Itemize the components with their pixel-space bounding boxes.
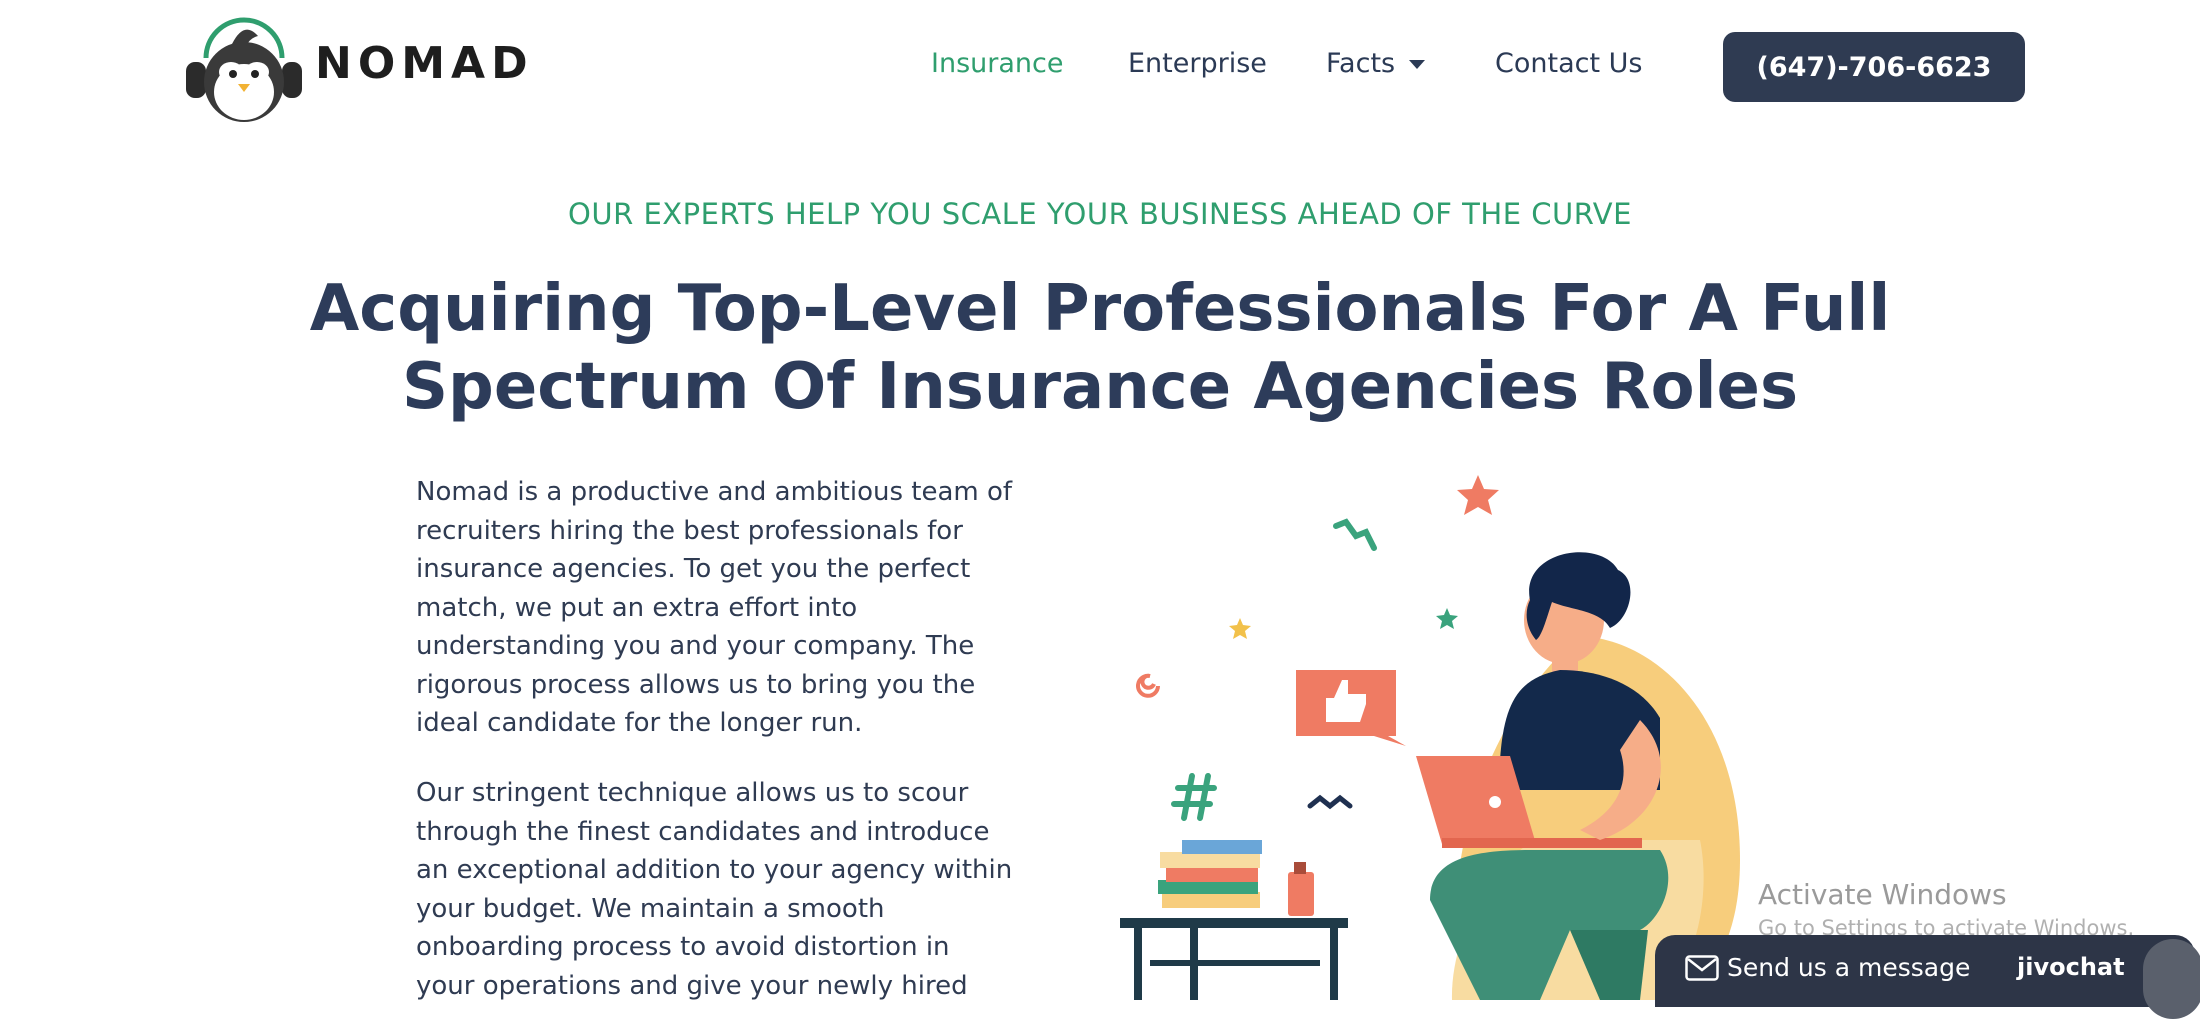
hero-eyebrow: OUR EXPERTS HELP YOU SCALE YOUR BUSINESS…: [568, 197, 1632, 231]
chevron-down-icon: [1409, 60, 1426, 69]
nav-insurance[interactable]: Insurance: [931, 48, 1063, 79]
teal-star-icon: [1436, 608, 1458, 629]
star-icon: [1457, 475, 1499, 515]
intro-paragraph: Nomad is a productive and ambitious team…: [416, 477, 1013, 738]
wave-icon: [1307, 794, 1353, 810]
chat-label: Send us a message: [1727, 953, 1971, 982]
chat-avatar: [2143, 939, 2200, 1019]
phone-button[interactable]: (647)-706-6623: [1723, 32, 2025, 102]
headline-line-2: Spectrum Of Insurance Agencies Roles: [401, 350, 1799, 424]
activate-windows-title: Activate Windows: [1758, 878, 2007, 911]
zigzag-icon: [1333, 518, 1377, 551]
chat-widget-button[interactable]: Send us a message jivochat: [1655, 935, 2200, 1019]
recruiter-illustration: [1120, 475, 1740, 1000]
nav-contact-us[interactable]: Contact Us: [1495, 48, 1642, 79]
penguin-logo-icon[interactable]: [184, 14, 304, 122]
technique-paragraph: Our stringent technique allows us to sco…: [416, 778, 1013, 1001]
hero-headline: Acquiring Top-Level Professionals For A …: [300, 270, 1900, 426]
headline-line-1: Acquiring Top-Level Professionals For A …: [309, 272, 1891, 346]
nav-facts-label: Facts: [1326, 48, 1396, 79]
envelope-icon: [1685, 955, 1719, 981]
small-star-icon: [1229, 618, 1251, 639]
hashtag-icon: [1171, 773, 1217, 821]
nav-enterprise[interactable]: Enterprise: [1128, 48, 1267, 79]
brand-name[interactable]: NOMAD: [315, 38, 534, 89]
swirl-icon: [1136, 673, 1160, 698]
chat-brand: jivochat: [2017, 953, 2125, 981]
nav-facts[interactable]: Facts: [1326, 48, 1426, 79]
